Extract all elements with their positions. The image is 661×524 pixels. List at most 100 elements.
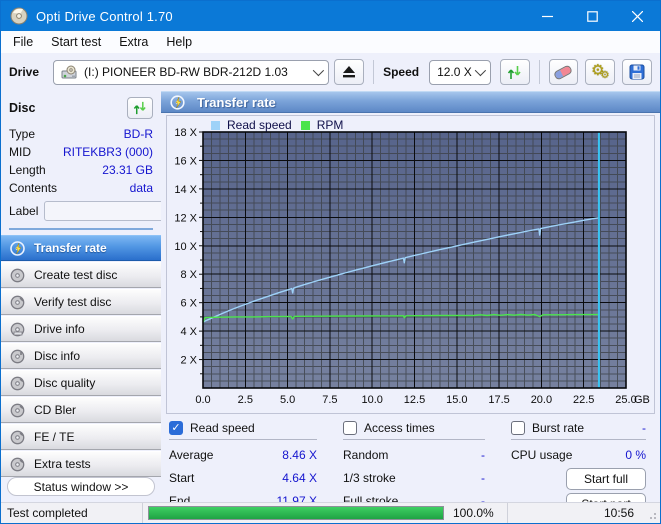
- read-speed-legend-label: Read speed: [227, 118, 292, 132]
- close-button[interactable]: [615, 1, 660, 31]
- disc-type-value: BD-R: [124, 125, 153, 143]
- cpu-usage-label: CPU usage: [511, 448, 572, 462]
- read-speed-checkbox[interactable]: [169, 421, 183, 435]
- sidebar-item-label: Verify test disc: [34, 295, 111, 309]
- test-sidebar: Transfer rate Create test disc Verify te…: [1, 234, 161, 477]
- floppy-disk-icon: [629, 64, 645, 80]
- sidebar-item-extra-tests[interactable]: Extra tests: [1, 451, 161, 477]
- start-row: Start 4.64 X: [169, 466, 317, 489]
- burst-rate-value: -: [642, 421, 646, 435]
- speed-select[interactable]: 12.0 X: [429, 60, 491, 85]
- read-speed-title: Read speed: [190, 421, 255, 435]
- menu-help[interactable]: Help: [157, 32, 201, 52]
- third-stroke-value: -: [481, 471, 485, 485]
- maximize-icon: [587, 11, 598, 22]
- eject-button[interactable]: [334, 59, 364, 85]
- drive-toolbar: Drive (I:) PIONEER BD-RW BDR-212D 1.03 S…: [1, 53, 660, 91]
- svg-text:2.5: 2.5: [238, 394, 253, 406]
- refresh-arrows-icon: [133, 101, 147, 115]
- burst-rate-checkbox[interactable]: [511, 421, 525, 435]
- svg-text:8 X: 8 X: [180, 269, 197, 281]
- svg-text:20.0: 20.0: [531, 394, 552, 406]
- refresh-disc-button[interactable]: [127, 97, 153, 119]
- refresh-speeds-button[interactable]: [500, 59, 530, 85]
- toolbar-separator: [539, 60, 540, 84]
- sidebar-item-disc-info[interactable]: Disc info: [1, 343, 161, 369]
- random-row: Random -: [343, 443, 485, 466]
- menu-start-test[interactable]: Start test: [42, 32, 110, 52]
- drive-label: Drive: [9, 65, 39, 79]
- menu-extra[interactable]: Extra: [110, 32, 157, 52]
- sidebar-item-disc-quality[interactable]: Disc quality: [1, 370, 161, 396]
- sidebar-item-transfer-rate[interactable]: Transfer rate: [1, 235, 161, 261]
- chart-legend: Read speed RPM: [211, 118, 343, 132]
- disc-icon: [10, 457, 25, 472]
- title-bar: Opti Drive Control 1.70: [1, 1, 660, 31]
- disc-contents-label: Contents: [9, 179, 57, 197]
- random-label: Random: [343, 448, 388, 462]
- sidebar-item-label: CD Bler: [34, 403, 76, 417]
- disc-mid-value: RITEKBR3 (000): [63, 143, 153, 161]
- left-panel: Disc Type BD-R MID RITEKBR3 (000): [1, 91, 161, 502]
- drive-select[interactable]: (I:) PIONEER BD-RW BDR-212D 1.03: [53, 60, 329, 85]
- svg-text:6 X: 6 X: [180, 298, 197, 310]
- svg-text:12 X: 12 X: [174, 212, 197, 224]
- sidebar-item-label: Disc quality: [34, 376, 95, 390]
- rpm-swatch: [301, 121, 310, 130]
- random-value: -: [481, 448, 485, 462]
- save-button[interactable]: [622, 59, 652, 85]
- svg-text:16 X: 16 X: [174, 155, 197, 167]
- disc-length-value: 23.31 GB: [102, 161, 153, 179]
- sidebar-item-label: Drive info: [34, 322, 85, 336]
- chart-title: Transfer rate: [197, 95, 276, 110]
- start-label: Start: [169, 471, 194, 485]
- eject-icon: [342, 66, 356, 78]
- panel-divider: [9, 228, 153, 230]
- sidebar-item-verify-test-disc[interactable]: Verify test disc: [1, 289, 161, 315]
- burst-rate-title: Burst rate: [532, 421, 584, 435]
- status-window-button[interactable]: Status window >>: [7, 477, 155, 496]
- chevron-down-icon: [313, 65, 324, 76]
- erase-disc-button[interactable]: [549, 59, 579, 85]
- toolbar-separator: [373, 60, 374, 84]
- disc-info-group: Disc Type BD-R MID RITEKBR3 (000): [1, 91, 161, 234]
- sidebar-item-cd-bler[interactable]: CD Bler: [1, 397, 161, 423]
- disc-icon: [10, 322, 25, 337]
- start-full-button[interactable]: Start full: [566, 468, 646, 490]
- close-icon: [632, 11, 643, 22]
- svg-text:2 X: 2 X: [180, 355, 197, 367]
- results-panel: Read speed Average 8.46 X Start 4.64 X E…: [161, 415, 660, 516]
- main-panel: Transfer rate Read speed RPM 2 X4 X6 X8 …: [161, 91, 660, 502]
- resize-grip-icon: [647, 510, 657, 520]
- transfer-rate-chart: Read speed RPM 2 X4 X6 X8 X10 X12 X14 X1…: [166, 115, 655, 414]
- disc-icon: [10, 430, 25, 445]
- gears-icon: ⚙⚙: [591, 63, 609, 81]
- sidebar-item-drive-info[interactable]: Drive info: [1, 316, 161, 342]
- access-times-checkbox[interactable]: [343, 421, 357, 435]
- average-row: Average 8.46 X: [169, 443, 317, 466]
- disc-contents-value: data: [130, 179, 153, 197]
- sidebar-item-label: Extra tests: [34, 457, 91, 471]
- maximize-button[interactable]: [570, 1, 615, 31]
- sidebar-item-label: Transfer rate: [34, 241, 107, 255]
- svg-text:14 X: 14 X: [174, 184, 197, 196]
- progress-cell: [143, 503, 449, 523]
- cpu-usage-value: 0 %: [625, 448, 646, 462]
- chart-plot-area: 2 X4 X6 X8 X10 X12 X14 X16 X18 X0.02.55.…: [167, 116, 654, 408]
- refresh-arrows-icon: [507, 65, 522, 80]
- minimize-button[interactable]: [525, 1, 570, 31]
- sidebar-item-create-test-disc[interactable]: Create test disc: [1, 262, 161, 288]
- sidebar-item-label: FE / TE: [34, 430, 74, 444]
- label-caption: Label: [9, 204, 38, 218]
- menu-file[interactable]: File: [4, 32, 42, 52]
- disc-type-row: Type BD-R: [9, 125, 153, 143]
- settings-button[interactable]: ⚙⚙: [585, 59, 615, 85]
- sidebar-item-fe-te[interactable]: FE / TE: [1, 424, 161, 450]
- status-message: Test completed: [1, 503, 143, 523]
- disc-contents-row: Contents data: [9, 179, 153, 197]
- chevron-down-icon: [475, 65, 486, 76]
- average-value: 8.46 X: [282, 448, 317, 462]
- svg-text:12.5: 12.5: [404, 394, 425, 406]
- status-window-label: Status window >>: [34, 480, 129, 494]
- svg-text:0.0: 0.0: [195, 394, 210, 406]
